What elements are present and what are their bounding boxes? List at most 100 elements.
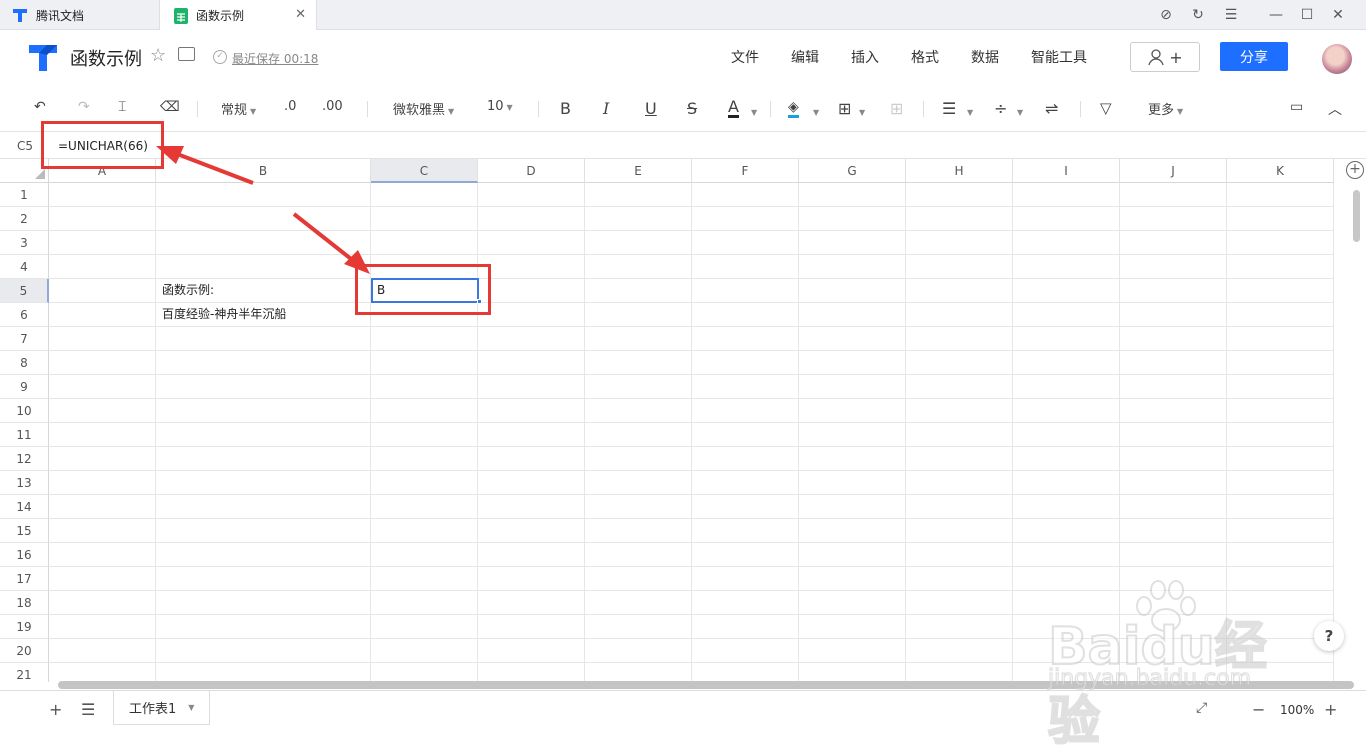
zoom-out-icon[interactable]: − (1252, 700, 1265, 719)
horizontal-scrollbar[interactable] (58, 681, 1354, 689)
strikethrough-button[interactable]: S (687, 99, 697, 118)
column-header-H[interactable]: H (906, 159, 1013, 183)
add-sheet-icon[interactable]: + (49, 700, 62, 719)
menu-data[interactable]: 数据 (971, 47, 999, 67)
italic-button[interactable]: I (603, 99, 609, 118)
column-header-B[interactable]: B (156, 159, 371, 183)
fullscreen-icon[interactable]: ⤢ (1196, 700, 1207, 716)
save-status[interactable]: 最近保存 00:18 (232, 50, 318, 67)
font-family-select[interactable]: 微软雅黑 ▼ (393, 99, 454, 118)
cell-reference[interactable]: C5 (17, 139, 33, 153)
column-header-K[interactable]: K (1227, 159, 1334, 183)
column-header-G[interactable]: G (799, 159, 906, 183)
underline-button[interactable]: U (645, 99, 657, 118)
spreadsheet-grid[interactable]: ABCDEFGHIJK 1 2 3 4 5 6 7 8 9 10 11 12 13 14 15 16 17 18 1… (0, 159, 1334, 682)
column-header-E[interactable]: E (585, 159, 692, 183)
refresh-icon[interactable]: ↻ (1190, 7, 1206, 23)
row-header-16[interactable]: 16 (0, 543, 49, 567)
row-header-14[interactable]: 14 (0, 495, 49, 519)
row-header-20[interactable]: 20 (0, 639, 49, 663)
collapse-toolbar-icon[interactable]: ︿ (1328, 99, 1342, 119)
row-header-5[interactable]: 5 (0, 279, 49, 303)
filter-icon[interactable]: ▽ (1100, 99, 1112, 117)
fill-color-caret-icon[interactable]: ▼ (810, 103, 819, 119)
row-header-13[interactable]: 13 (0, 471, 49, 495)
font-size-select[interactable]: 10 ▼ (487, 99, 513, 114)
sheet-tab-caret-icon[interactable]: ▼ (188, 703, 194, 712)
minimize-icon[interactable]: — (1268, 7, 1284, 23)
sheet-tab[interactable]: 工作表1 ▼ (113, 691, 210, 725)
column-header-D[interactable]: D (478, 159, 585, 183)
border-caret-icon[interactable]: ▼ (856, 103, 865, 119)
row-header-19[interactable]: 19 (0, 615, 49, 639)
zoom-in-icon[interactable]: + (1324, 700, 1337, 719)
menu-file[interactable]: 文件 (731, 47, 759, 67)
row-header-8[interactable]: 8 (0, 351, 49, 375)
row-header-17[interactable]: 17 (0, 567, 49, 591)
fill-color-icon[interactable]: ◈ (788, 99, 799, 118)
number-format-select[interactable]: 常规 ▼ (221, 99, 256, 118)
decrease-decimal-button[interactable]: .0 (284, 99, 296, 114)
row-header-7[interactable]: 7 (0, 327, 49, 351)
row-header-21[interactable]: 21 (0, 663, 49, 682)
invite-collaborator-button[interactable]: + (1130, 42, 1200, 72)
row-header-18[interactable]: 18 (0, 591, 49, 615)
font-color-caret-icon[interactable]: ▼ (748, 103, 757, 119)
zoom-level[interactable]: 100% (1280, 703, 1314, 717)
vertical-scrollbar[interactable] (1350, 182, 1360, 682)
move-to-folder-icon[interactable] (178, 47, 195, 61)
column-header-J[interactable]: J (1120, 159, 1227, 183)
tencent-docs-logo[interactable] (28, 43, 58, 73)
cell-B6[interactable]: 百度经验-神舟半年沉船 (157, 302, 286, 326)
help-button[interactable]: ? (1314, 621, 1344, 651)
column-header-I[interactable]: I (1013, 159, 1120, 183)
redo-icon[interactable]: ↷ (78, 99, 90, 115)
vertical-scroll-thumb[interactable] (1353, 190, 1360, 242)
undo-icon[interactable]: ↶ (34, 99, 46, 115)
clear-format-icon[interactable]: ⌫ (160, 99, 180, 115)
more-button[interactable]: 更多 ▼ (1148, 99, 1183, 118)
row-header-15[interactable]: 15 (0, 519, 49, 543)
row-header-10[interactable]: 10 (0, 399, 49, 423)
row-header-2[interactable]: 2 (0, 207, 49, 231)
sheet-list-icon[interactable]: ☰ (81, 700, 95, 719)
font-color-button[interactable]: A (728, 99, 739, 118)
doc-title[interactable]: 函数示例 (70, 45, 142, 71)
tab-document[interactable]: 函数示例 ✕ (159, 0, 317, 31)
share-button[interactable]: 分享 (1220, 42, 1288, 71)
compass-icon[interactable]: ⊘ (1158, 7, 1174, 23)
close-tab-icon[interactable]: ✕ (295, 7, 306, 22)
menu-smart-tools[interactable]: 智能工具 (1031, 47, 1087, 67)
avatar[interactable] (1322, 44, 1352, 74)
format-painter-icon[interactable]: ⌶ (118, 99, 126, 115)
merge-cells-icon[interactable]: ⊞ (890, 99, 903, 118)
wrap-text-icon[interactable]: ⇌ (1045, 99, 1058, 118)
row-header-11[interactable]: 11 (0, 423, 49, 447)
tab-tencent-docs[interactable]: 腾讯文档 (0, 0, 158, 30)
star-icon[interactable]: ☆ (150, 45, 166, 66)
vertical-align-icon[interactable]: ÷ (994, 99, 1007, 118)
row-header-1[interactable]: 1 (0, 183, 49, 207)
column-header-F[interactable]: F (692, 159, 799, 183)
column-header-C[interactable]: C (371, 159, 478, 183)
increase-decimal-button[interactable]: .00 (322, 99, 343, 114)
border-icon[interactable]: ⊞ (838, 99, 851, 118)
bold-button[interactable]: B (560, 99, 571, 118)
menu-icon[interactable]: ☰ (1223, 7, 1239, 23)
add-column-icon[interactable]: + (1346, 161, 1364, 179)
vertical-align-caret-icon[interactable]: ▼ (1014, 103, 1023, 119)
row-header-4[interactable]: 4 (0, 255, 49, 279)
menu-format[interactable]: 格式 (911, 47, 939, 67)
comment-icon[interactable]: ▭ (1290, 99, 1303, 115)
horizontal-align-icon[interactable]: ☰ (942, 99, 956, 118)
close-icon[interactable]: ✕ (1330, 7, 1346, 23)
row-header-9[interactable]: 9 (0, 375, 49, 399)
menu-edit[interactable]: 编辑 (791, 47, 819, 67)
cell-B5[interactable]: 函数示例: (157, 278, 214, 302)
row-header-12[interactable]: 12 (0, 447, 49, 471)
maximize-icon[interactable]: ☐ (1299, 7, 1315, 23)
menu-insert[interactable]: 插入 (851, 47, 879, 67)
row-header-3[interactable]: 3 (0, 231, 49, 255)
row-header-6[interactable]: 6 (0, 303, 49, 327)
horizontal-align-caret-icon[interactable]: ▼ (964, 103, 973, 119)
